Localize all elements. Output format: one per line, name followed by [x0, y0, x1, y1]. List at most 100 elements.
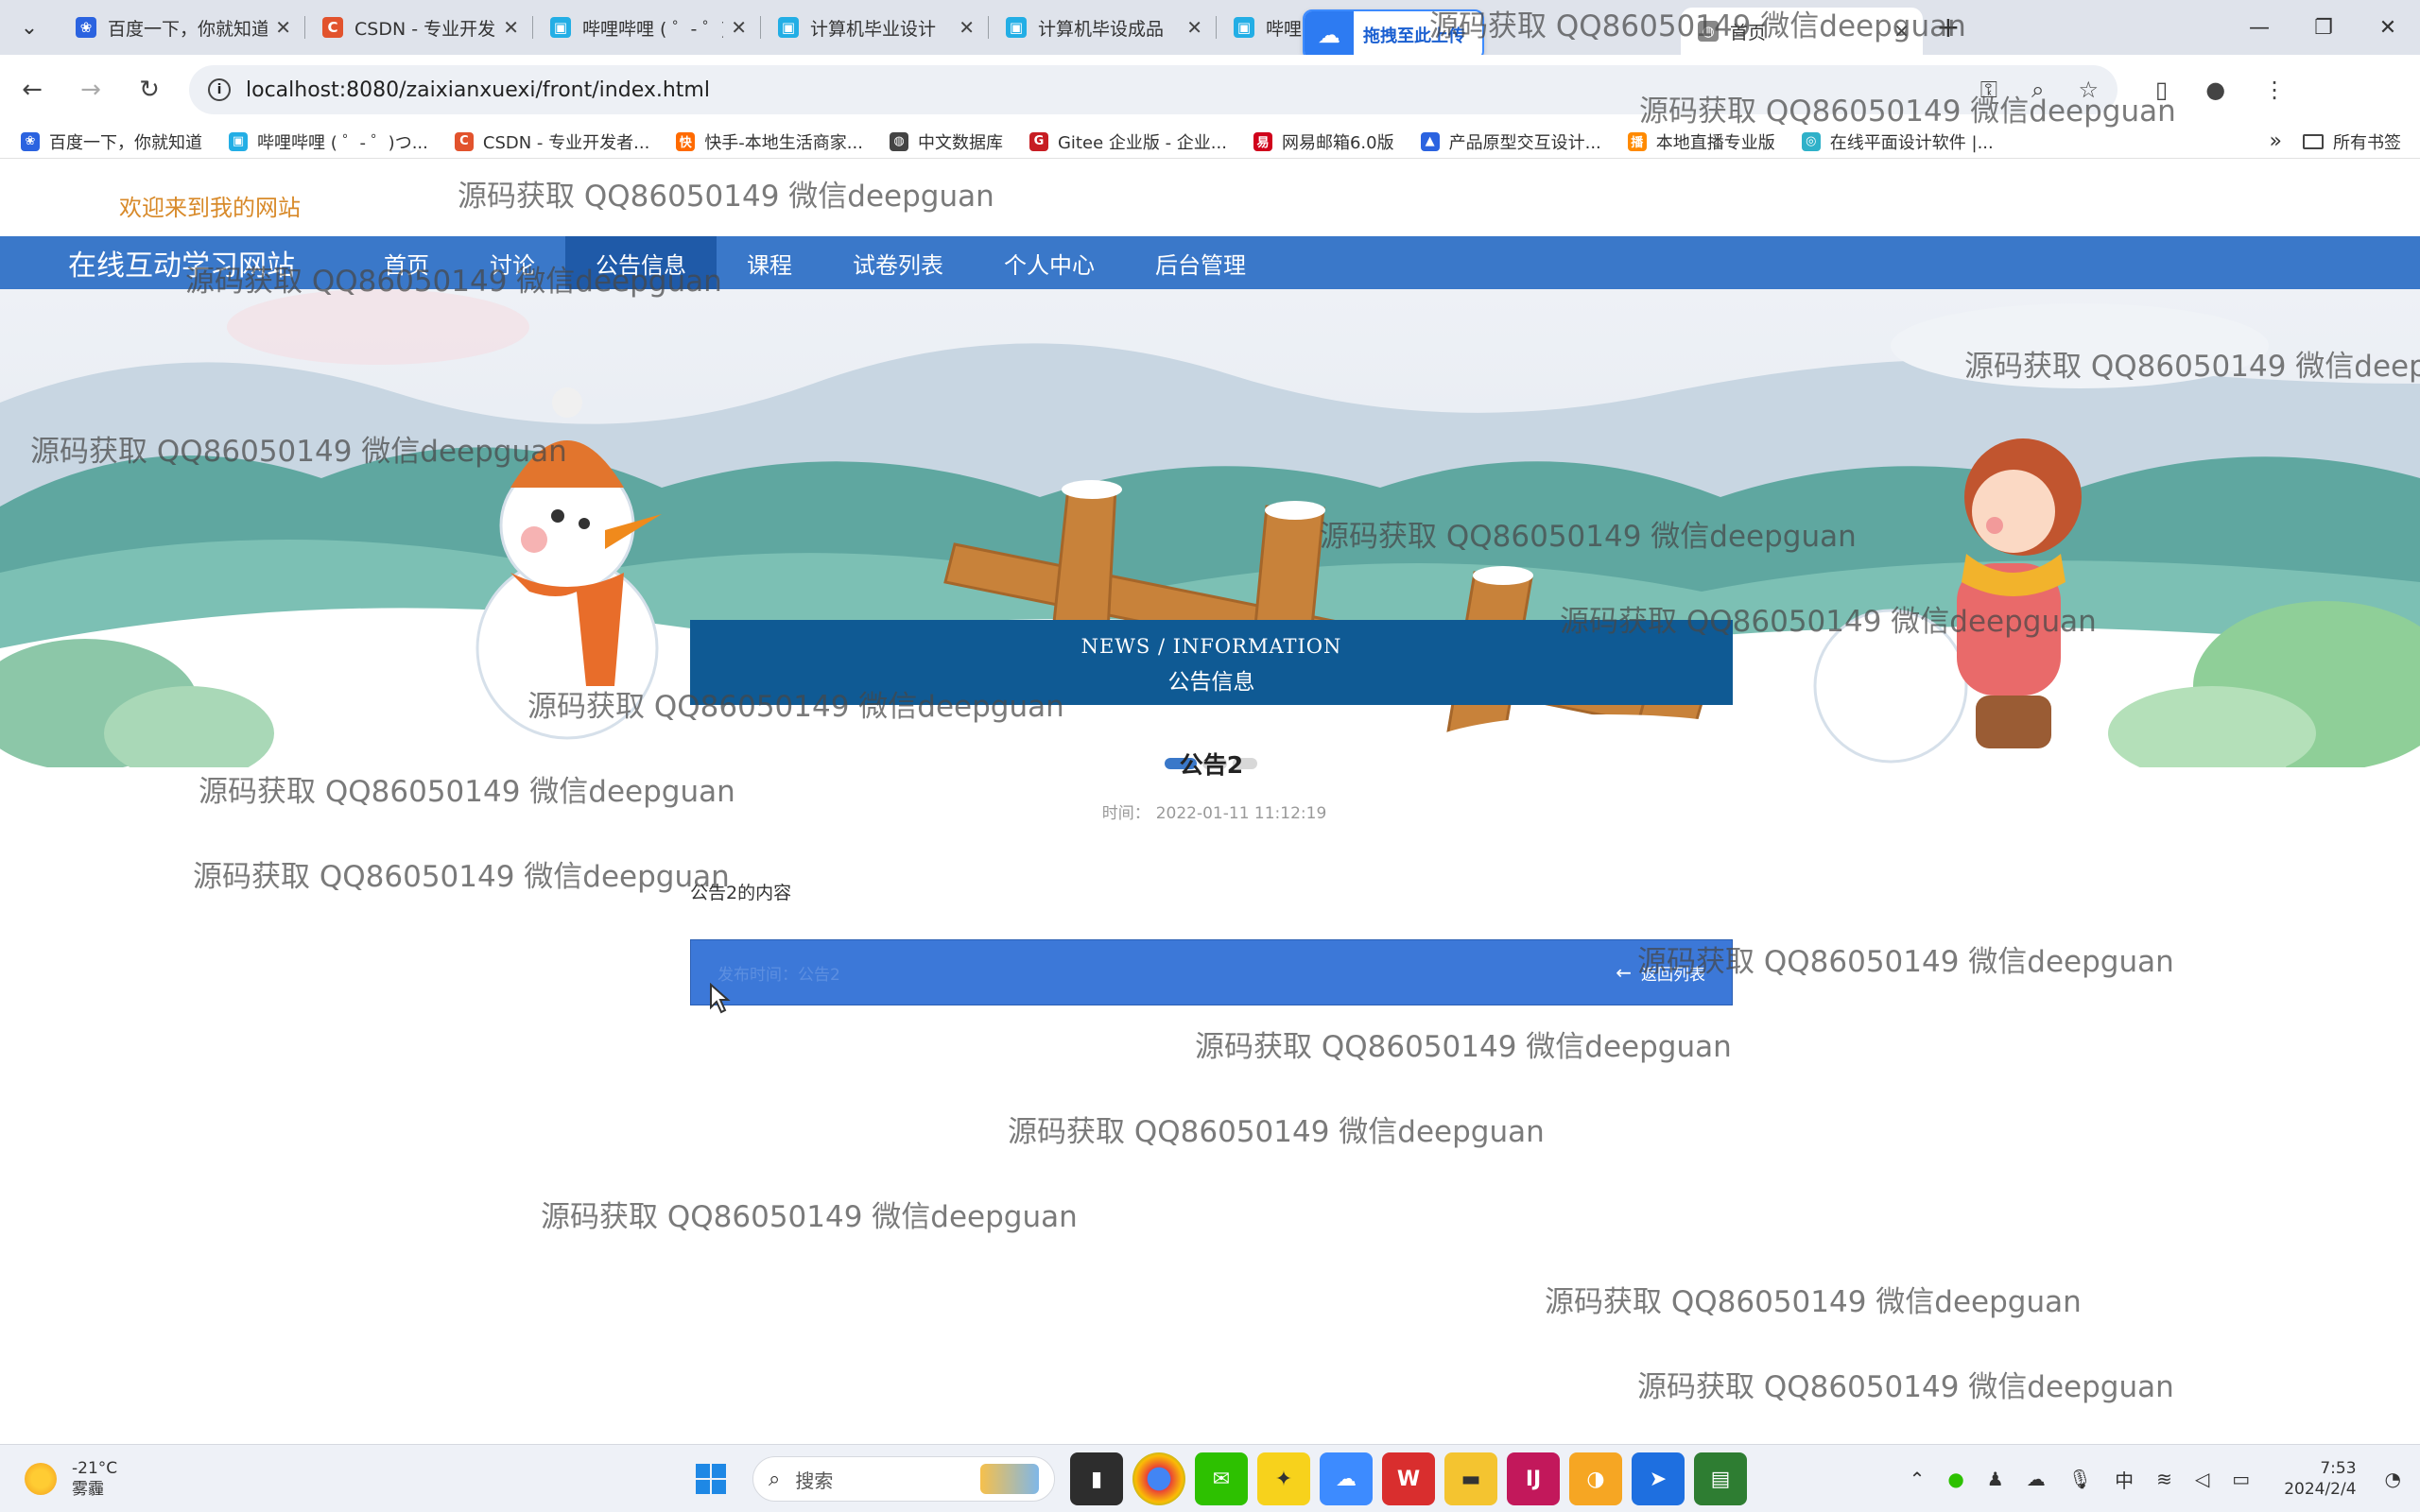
bookmark-item[interactable]: 易网易邮箱6.0版 — [1240, 129, 1408, 154]
sun-icon — [25, 1462, 57, 1495]
bookmark-item[interactable]: ▣ 哔哩哔哩 ( ゜- ゜)つ... — [216, 129, 441, 154]
paw-icon: ❀ — [21, 131, 40, 151]
url-text[interactable]: localhost:8080/zaixianxuexi/front/index.… — [246, 78, 710, 102]
site-navigation: 在线互动学习网站 首页 讨论 公告信息 课程 试卷列表 个人中心 后台管理 — [0, 236, 2420, 289]
chevron-up-icon[interactable]: ⌃ — [1910, 1468, 1926, 1490]
forward-arrow-icon[interactable]: → — [64, 63, 117, 116]
zoom-icon[interactable]: ⌕ — [2031, 77, 2044, 103]
kuaishou-icon: 快 — [676, 131, 696, 151]
task-view-icon[interactable]: ▮ — [1070, 1452, 1123, 1505]
notepad-icon[interactable]: ▤ — [1694, 1452, 1747, 1505]
wechat-icon[interactable]: ✉ — [1195, 1452, 1248, 1505]
tab-search-chevron-icon[interactable]: ⌄ — [0, 0, 59, 55]
paw-icon: ❀ — [76, 17, 96, 38]
back-to-list-button[interactable]: ← 返回列表 — [1616, 961, 1705, 985]
nav-courses[interactable]: 课程 — [717, 236, 822, 289]
windows-taskbar: -21°C 雾霾 ⌕ 搜索 ▮ ✉ ✦ ☁ W ▬ IJ ◑ ➤ ▤ ⌃ ● ♟… — [0, 1444, 2420, 1512]
nav-announcements[interactable]: 公告信息 — [565, 236, 717, 289]
profile-avatar-icon[interactable]: ● — [2205, 77, 2225, 103]
browser-tab-active[interactable]: ◍ 首页 ✕ — [1681, 8, 1923, 55]
nav-exams[interactable]: 试卷列表 — [822, 236, 974, 289]
all-bookmarks-button[interactable]: 所有书签 — [2303, 129, 2420, 154]
bilibili-icon: ▣ — [1006, 17, 1027, 38]
side-panel-icon[interactable]: ▯ — [2155, 77, 2168, 103]
new-tab-button[interactable]: + — [1923, 11, 1974, 44]
bookmark-item[interactable]: C CSDN - 专业开发者... — [441, 129, 663, 154]
browser-tab[interactable]: ▣ 计算机毕设成品 ✕ — [989, 0, 1216, 55]
browser-tab[interactable]: ▣ 哔哩哔哩 ( ゜- ゜)つロ ✕ — [533, 0, 760, 55]
weather-widget[interactable]: -21°C 雾霾 — [25, 1458, 251, 1500]
bookmark-item[interactable]: ❀ 百度一下，你就知道 — [8, 129, 216, 154]
close-icon[interactable]: ✕ — [959, 16, 975, 39]
browser-tab[interactable]: ▣ 计算机毕业设计 ✕ — [761, 0, 988, 55]
bookmarks-overflow-icon[interactable]: » — [2249, 129, 2303, 153]
csdn-icon: C — [322, 17, 343, 38]
gitee-icon: G — [1028, 131, 1048, 151]
bilibili-icon: ▣ — [550, 17, 571, 38]
nav-home[interactable]: 首页 — [354, 236, 459, 289]
browser-tab[interactable]: C CSDN - 专业开发者社区 ✕ — [305, 0, 532, 55]
back-arrow-icon[interactable]: ← — [6, 63, 59, 116]
minimize-icon[interactable]: — — [2227, 0, 2291, 55]
feishu-icon[interactable]: ➤ — [1632, 1452, 1685, 1505]
baidu-netdisk-icon[interactable]: ☁ — [1320, 1452, 1373, 1505]
close-window-icon[interactable]: ✕ — [2356, 0, 2420, 55]
input-method-icon[interactable]: 中 — [2115, 1466, 2134, 1493]
drag-upload-widget[interactable]: ☁ 拖拽至此上传 — [1303, 9, 1484, 60]
file-explorer-icon[interactable]: ▬ — [1444, 1452, 1497, 1505]
news-section-header: NEWS / INFORMATION 公告信息 — [690, 620, 1733, 705]
app-icon[interactable]: ✦ — [1257, 1452, 1310, 1505]
battery-icon[interactable]: ▭ — [2232, 1468, 2250, 1490]
intellij-icon[interactable]: IJ — [1507, 1452, 1560, 1505]
bilibili-icon: ▣ — [778, 17, 799, 38]
bookmark-item[interactable]: G Gitee 企业版 - 企业... — [1016, 129, 1240, 154]
news-heading-cn: 公告信息 — [1167, 670, 1255, 695]
nav-profile[interactable]: 个人中心 — [974, 236, 1125, 289]
site-info-icon[interactable]: i — [208, 78, 231, 101]
globe-icon: ◍ — [1698, 21, 1719, 42]
article-content: 公告2的内容 — [690, 883, 792, 903]
bilibili-icon: ▣ — [229, 131, 248, 151]
nav-admin[interactable]: 后台管理 — [1125, 236, 1276, 289]
folder-icon — [2303, 133, 2324, 149]
browser-tab[interactable]: ❀ 百度一下，你就知道 ✕ — [59, 0, 304, 55]
close-icon[interactable]: ✕ — [1186, 16, 1202, 39]
windows-start-icon[interactable] — [684, 1452, 737, 1505]
url-bar[interactable]: i localhost:8080/zaixianxuexi/front/inde… — [189, 65, 2118, 114]
wps-icon[interactable]: W — [1382, 1452, 1435, 1505]
arrow-left-icon: ← — [1616, 961, 1632, 984]
restore-icon[interactable]: ❐ — [2291, 0, 2356, 55]
bookmark-item[interactable]: ◍ 中文数据库 — [876, 129, 1016, 154]
bookmark-item[interactable]: ▲ 产品原型交互设计... — [1408, 129, 1615, 154]
bookmarks-bar: ❀ 百度一下，你就知道 ▣ 哔哩哔哩 ( ゜- ゜)つ... C CSDN - 专业开… — [0, 125, 2420, 159]
chrome-icon[interactable] — [1132, 1452, 1185, 1505]
close-icon[interactable]: ✕ — [503, 16, 519, 39]
onedrive-icon[interactable]: ☁ — [2027, 1468, 2046, 1490]
reload-icon[interactable]: ↻ — [123, 63, 176, 116]
site-brand[interactable]: 在线互动学习网站 — [68, 242, 295, 284]
article-time: 时间： 2022-01-11 11:12:19 — [690, 799, 1733, 823]
microphone-icon[interactable]: 🎙 — [2068, 1468, 2092, 1490]
clock[interactable]: 7:53 2024/2/4 — [2284, 1458, 2356, 1500]
more-menu-icon[interactable]: ⋮ — [2263, 77, 2286, 103]
close-icon[interactable]: ✕ — [1893, 20, 1910, 43]
csdn-icon: C — [454, 131, 474, 151]
wechat-tray-icon[interactable]: ● — [1947, 1468, 1963, 1490]
taskbar-search[interactable]: ⌕ 搜索 — [752, 1456, 1055, 1502]
bookmark-item[interactable]: 快快手-本地生活商家... — [663, 129, 876, 154]
key-icon[interactable]: ⚿ — [1980, 77, 1997, 103]
bookmark-item[interactable]: 播本地直播专业版 — [1615, 129, 1789, 154]
cloud-upload-icon: ☁ — [1305, 11, 1354, 59]
close-icon[interactable]: ✕ — [275, 16, 291, 39]
address-toolbar: ← → ↻ i localhost:8080/zaixianxuexi/fron… — [0, 55, 2420, 125]
volume-icon[interactable]: ◁ — [2195, 1468, 2209, 1490]
wifi-icon[interactable]: ≋ — [2156, 1468, 2172, 1490]
bookmark-item[interactable]: ◎ 在线平面设计软件 |... — [1789, 129, 2007, 154]
star-icon[interactable]: ☆ — [2078, 77, 2099, 103]
close-icon[interactable]: ✕ — [731, 16, 747, 39]
app-icon[interactable]: ◑ — [1569, 1452, 1622, 1505]
qq-icon[interactable]: ♟ — [1987, 1468, 2004, 1490]
notification-bell-icon[interactable]: ◔ — [2385, 1468, 2401, 1490]
nav-discussion[interactable]: 讨论 — [459, 236, 565, 289]
article-footer-bar: 发布时间：公告2 ← 返回列表 — [690, 939, 1733, 1005]
